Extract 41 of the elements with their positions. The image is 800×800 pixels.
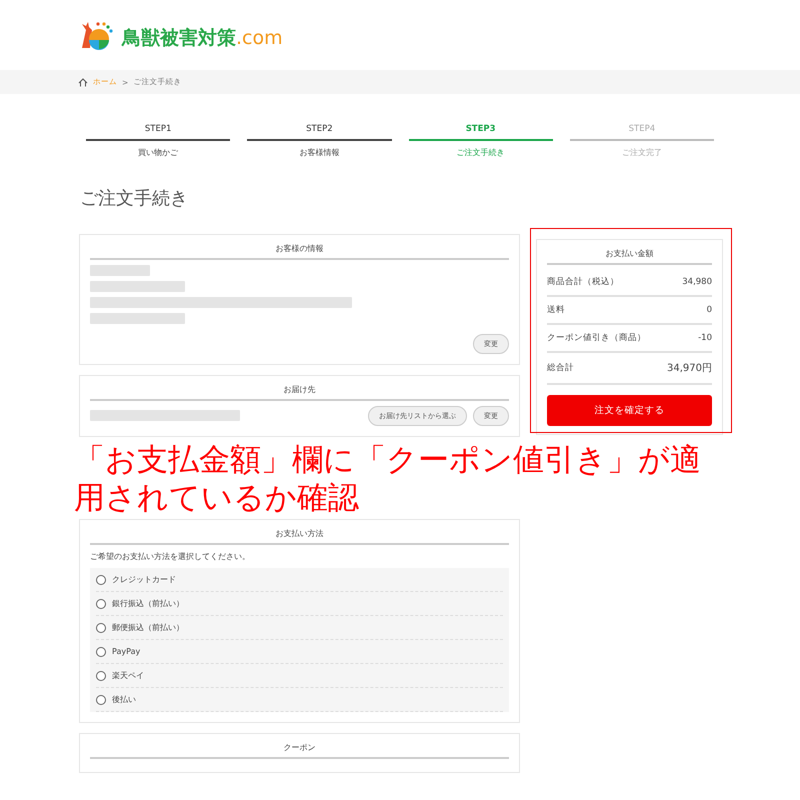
total-label: 総合計 <box>547 362 574 374</box>
option-label: 郵便振込（前払い） <box>112 622 184 633</box>
step-indicator: STEP2 お客様情報 <box>247 124 392 158</box>
summary-label: クーポン値引き（商品） <box>547 332 646 344</box>
option-label: PayPay <box>112 647 140 656</box>
step-indicator: STEP1 買い物かご <box>86 124 230 158</box>
annotation-text: 「お支払金額」欄に「クーポン値引き」が適用されているか確認 <box>74 441 702 517</box>
radio-button[interactable] <box>96 598 106 608</box>
instruction-text: ご希望のお支払い方法を選択してください。 <box>90 551 251 562</box>
step-indicator: STEP4 ご注文完了 <box>570 124 714 158</box>
option-label: 銀行振込（前払い） <box>112 598 184 609</box>
radio-button[interactable] <box>96 622 106 632</box>
payment-option[interactable]: 後払い <box>96 688 503 712</box>
step-indicator: STEP3 ご注文手続き <box>408 124 553 158</box>
summary-value: 0 <box>706 305 712 315</box>
home-icon[interactable] <box>78 78 88 86</box>
card-title: お客様の情報 <box>90 235 509 260</box>
payment-option[interactable]: 銀行振込（前払い） <box>96 592 503 616</box>
payment-option[interactable]: 郵便振込（前払い） <box>96 616 503 640</box>
radio-button[interactable] <box>96 574 106 584</box>
radio-button[interactable] <box>96 694 106 704</box>
option-label: クレジットカード <box>112 574 176 585</box>
total-value: 34,970円 <box>667 362 712 375</box>
card-title: クーポン <box>90 734 509 759</box>
option-label: 後払い <box>112 694 136 705</box>
card-title: お支払い方法 <box>90 520 509 545</box>
blurred-text <box>90 265 150 276</box>
option-label: 楽天ペイ <box>112 670 144 681</box>
confirm-order-button[interactable]: 注文を確定する <box>547 395 712 426</box>
page-title: ご注文手続き <box>80 187 189 210</box>
payment-option[interactable]: 楽天ペイ <box>96 664 503 688</box>
payment-option[interactable]: PayPay <box>96 640 503 664</box>
summary-value: -10 <box>698 333 712 343</box>
radio-button[interactable] <box>96 670 106 680</box>
summary-value: 34,980 <box>682 277 712 287</box>
payment-option[interactable]: クレジットカード <box>96 568 503 592</box>
summary-label: 送料 <box>547 304 565 316</box>
card-title: お支払い金額 <box>547 240 712 265</box>
card-title: お届け先 <box>90 376 509 401</box>
summary-label: 商品合計（税込） <box>547 276 619 288</box>
radio-button[interactable] <box>96 646 106 656</box>
